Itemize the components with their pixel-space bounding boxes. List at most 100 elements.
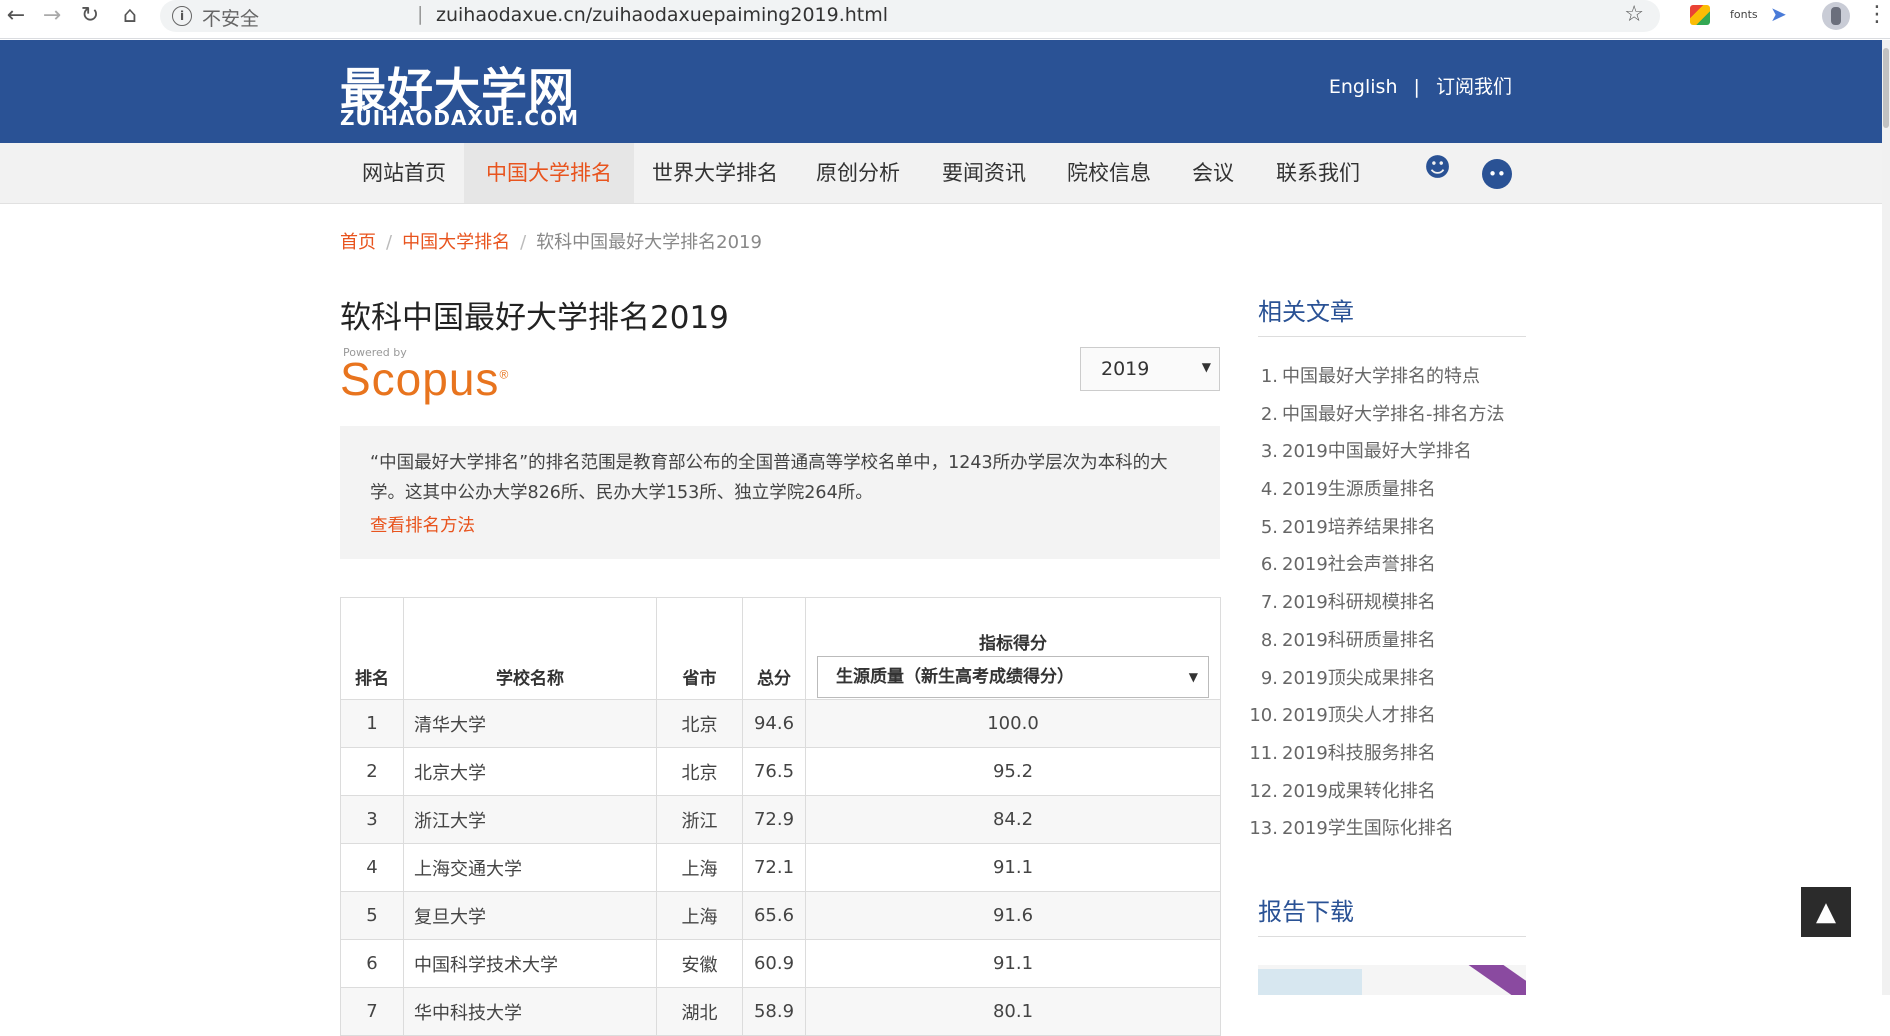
table-row: 2 北京大学 北京 76.5 95.2: [340, 747, 1221, 796]
divider: [1258, 936, 1526, 937]
report-cover-image: [1258, 969, 1362, 995]
nav-item-meetings[interactable]: 会议: [1170, 143, 1256, 203]
info-icon[interactable]: i: [172, 6, 192, 26]
breadcrumb-category[interactable]: 中国大学排名: [402, 232, 510, 253]
extension-arrow-icon[interactable]: ➤: [1770, 2, 1787, 26]
related-articles-title: 相关文章: [1258, 298, 1354, 326]
subscribe-link[interactable]: 订阅我们: [1436, 76, 1512, 98]
back-to-top-button[interactable]: ▲: [1801, 887, 1851, 937]
main-nav: 网站首页 中国大学排名 世界大学排名 原创分析 要闻资讯 院校信息 会议 联系我…: [0, 143, 1882, 204]
profile-avatar[interactable]: [1822, 2, 1850, 30]
cell-score: 91.6: [805, 891, 1221, 940]
back-icon[interactable]: ←: [0, 0, 32, 32]
divider: [1258, 336, 1526, 337]
chevron-down-icon: ▼: [1188, 670, 1198, 684]
browser-menu-icon[interactable]: ⋮: [1866, 2, 1888, 27]
table-row: 3 浙江大学 浙江 72.9 84.2: [340, 795, 1221, 844]
breadcrumb-home[interactable]: 首页: [340, 232, 376, 253]
forward-icon[interactable]: →: [36, 0, 68, 32]
nav-item-home[interactable]: 网站首页: [340, 143, 468, 203]
list-item[interactable]: 4. 2019生源质量排名: [1248, 475, 1505, 513]
english-link[interactable]: English: [1329, 76, 1398, 98]
nav-item-china-ranking[interactable]: 中国大学排名: [464, 143, 634, 203]
list-item[interactable]: 13. 2019学生国际化排名: [1248, 814, 1505, 852]
list-item[interactable]: 7. 2019科研规模排名: [1248, 588, 1505, 626]
indicator-select[interactable]: 生源质量（新生高考成绩得分） ▼: [817, 656, 1209, 698]
list-item[interactable]: 5. 2019培养结果排名: [1248, 513, 1505, 551]
nav-item-schools[interactable]: 院校信息: [1045, 143, 1173, 203]
extension-app-icon[interactable]: [1690, 5, 1710, 25]
address-bar[interactable]: i 不安全 | zuihaodaxue.cn/zuihaodaxuepaimin…: [160, 0, 1660, 32]
table-row: 1 清华大学 北京 94.6 100.0: [340, 699, 1221, 748]
cell-name: 中国科学技术大学: [403, 939, 657, 988]
cell-province: 北京: [656, 699, 743, 748]
chevron-down-icon: ▼: [1201, 360, 1211, 374]
cell-score: 91.1: [805, 939, 1221, 988]
list-item[interactable]: 11. 2019科技服务排名: [1248, 739, 1505, 777]
cell-province: 北京: [656, 747, 743, 796]
list-item[interactable]: 9. 2019顶尖成果排名: [1248, 664, 1505, 702]
cell-name: 上海交通大学: [403, 843, 657, 892]
col-name: 学校名称: [403, 597, 657, 700]
list-item[interactable]: 8. 2019科研质量排名: [1248, 626, 1505, 664]
list-item[interactable]: 2. 中国最好大学排名-排名方法: [1248, 400, 1505, 438]
cell-province: 浙江: [656, 795, 743, 844]
col-province: 省市: [656, 597, 743, 700]
nav-item-analysis[interactable]: 原创分析: [794, 143, 922, 203]
table-row: 6 中国科学技术大学 安徽 60.9 91.1: [340, 939, 1221, 988]
ranking-table: 排名 学校名称 省市 总分 指标得分 生源质量（新生高考成绩得分） ▼ 1 清华…: [340, 597, 1221, 1036]
cell-name: 北京大学: [403, 747, 657, 796]
nav-item-news[interactable]: 要闻资讯: [920, 143, 1048, 203]
col-total: 总分: [742, 597, 806, 700]
cell-total: 76.5: [742, 747, 806, 796]
cell-name: 浙江大学: [403, 795, 657, 844]
year-select[interactable]: 2019 ▼: [1080, 347, 1220, 391]
cell-score: 84.2: [805, 795, 1221, 844]
cell-province: 安徽: [656, 939, 743, 988]
nav-item-world-ranking[interactable]: 世界大学排名: [630, 143, 800, 203]
cell-total: 65.6: [742, 891, 806, 940]
list-item[interactable]: 1. 中国最好大学排名的特点: [1248, 362, 1505, 400]
list-item[interactable]: 6. 2019社会声誉排名: [1248, 550, 1505, 588]
weibo-icon[interactable]: ☻: [1424, 153, 1454, 183]
cell-total: 72.1: [742, 843, 806, 892]
col-indicator: 指标得分 生源质量（新生高考成绩得分） ▼: [805, 597, 1221, 700]
url-text[interactable]: zuihaodaxue.cn/zuihaodaxuepaiming2019.ht…: [436, 4, 888, 26]
page-scrollbar[interactable]: [1882, 40, 1890, 995]
download-ribbon: [1467, 965, 1526, 995]
address-separator: |: [417, 3, 424, 25]
home-icon[interactable]: ⌂: [114, 0, 146, 32]
cell-province: 上海: [656, 843, 743, 892]
report-thumbnail[interactable]: [1258, 965, 1526, 995]
cell-score: 91.1: [805, 843, 1221, 892]
list-item[interactable]: 10. 2019顶尖人才排名: [1248, 701, 1505, 739]
list-item[interactable]: 12. 2019成果转化排名: [1248, 777, 1505, 815]
col-rank: 排名: [340, 597, 404, 700]
cell-rank: 5: [340, 891, 404, 940]
header-divider: |: [1413, 76, 1420, 98]
site-logo-en[interactable]: ZUIHAODAXUE.COM: [340, 106, 579, 130]
site-header: 最好大学网 ZUIHAODAXUE.COM English | 订阅我们: [0, 40, 1882, 143]
intro-text: “中国最好大学排名”的排名范围是教育部公布的全国普通高等学校名单中，1243所办…: [370, 453, 1168, 503]
extension-fonts-icon[interactable]: fonts: [1730, 8, 1758, 21]
breadcrumb-current: 软科中国最好大学排名2019: [536, 232, 762, 253]
cell-name: 清华大学: [403, 699, 657, 748]
cell-total: 94.6: [742, 699, 806, 748]
cell-total: 72.9: [742, 795, 806, 844]
ranking-method-link[interactable]: 查看排名方法: [370, 512, 475, 537]
indicator-title: 指标得分: [979, 634, 1047, 654]
report-download-title: 报告下载: [1258, 898, 1354, 926]
insecure-label: 不安全: [202, 8, 260, 30]
cell-province: 上海: [656, 891, 743, 940]
reload-icon[interactable]: ↻: [74, 0, 106, 32]
cell-name: 复旦大学: [403, 891, 657, 940]
cell-score: 95.2: [805, 747, 1221, 796]
cell-rank: 1: [340, 699, 404, 748]
year-select-value: 2019: [1101, 358, 1150, 380]
nav-item-contact[interactable]: 联系我们: [1254, 143, 1382, 203]
table-row: 5 复旦大学 上海 65.6 91.6: [340, 891, 1221, 940]
list-item[interactable]: 3. 2019中国最好大学排名: [1248, 437, 1505, 475]
wechat-icon[interactable]: ••: [1482, 159, 1512, 189]
bookmark-star-icon[interactable]: ☆: [1624, 2, 1644, 27]
indicator-select-value: 生源质量（新生高考成绩得分）: [836, 667, 1074, 687]
